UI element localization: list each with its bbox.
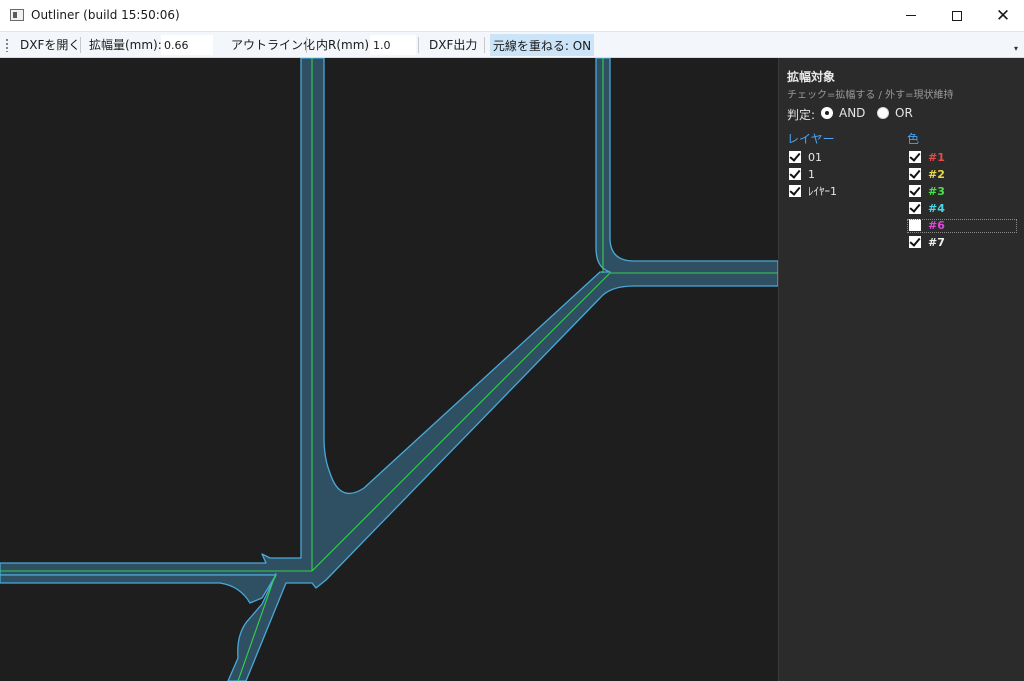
outline-vertical-left [0, 58, 778, 681]
radio-unchecked-icon [877, 107, 889, 119]
checkbox-checked-icon[interactable] [909, 236, 921, 248]
color-checkbox-label: #4 [928, 201, 945, 215]
toolbar: DXFを開く 拡幅量(mm): アウトライン化 内R(mm): DXF出力 元線… [0, 32, 1024, 58]
maximize-icon [952, 10, 962, 21]
overlay-original-toggle[interactable]: 元線を重ねる: ON [490, 34, 594, 56]
app-icon [10, 9, 24, 21]
color-checkbox-0[interactable]: #1 [909, 149, 945, 165]
outline-button[interactable]: アウトライン化 [231, 32, 315, 57]
window-title: Outliner (build 15:50:06) [31, 8, 180, 22]
minimize-icon [906, 15, 916, 16]
radio-or[interactable]: OR [877, 106, 913, 120]
judge-label: 判定: [787, 108, 816, 122]
radio-or-label: OR [895, 106, 913, 120]
expand-amount-input[interactable] [161, 35, 213, 55]
radio-checked-icon [821, 107, 833, 119]
open-dxf-button[interactable]: DXFを開く [20, 32, 80, 57]
checkbox-checked-icon[interactable] [909, 202, 921, 214]
target-panel: 拡幅対象 チェック=拡幅する / 外す=現状維持 判定: AND OR レイヤー… [778, 58, 1024, 681]
panel-title: 拡幅対象 [787, 70, 836, 84]
color-checkbox-2[interactable]: #3 [909, 183, 945, 199]
color-checkbox-label: #2 [928, 167, 945, 181]
radio-and-label: AND [839, 106, 866, 120]
toolbar-grip-icon[interactable] [6, 38, 8, 52]
panel-hint: チェック=拡幅する / 外す=現状維持 [787, 90, 954, 101]
centerline-diagonal [311, 272, 778, 572]
color-checkbox-5[interactable]: #7 [909, 234, 945, 250]
close-icon: ✕ [995, 5, 1011, 26]
color-checkbox-1[interactable]: #2 [909, 166, 945, 182]
expand-amount-label: 拡幅量(mm): [89, 38, 162, 52]
checkbox-checked-icon[interactable] [909, 185, 921, 197]
inner-radius-label: 内R(mm): [316, 38, 374, 52]
title-bar: Outliner (build 15:50:06) ✕ [0, 0, 1024, 32]
toolbar-separator [418, 37, 419, 53]
toolbar-overflow-icon[interactable]: ▾ [1014, 44, 1018, 53]
colors-header: 色 [907, 132, 920, 146]
maximize-button[interactable] [934, 0, 980, 31]
layer-checkbox-1[interactable]: 1 [789, 166, 815, 182]
checkbox-checked-icon[interactable] [909, 151, 921, 163]
expanded-outline [0, 58, 778, 681]
toolbar-separator [80, 37, 81, 53]
layer-checkbox-2[interactable]: ﾚｲﾔｰ1 [789, 183, 837, 199]
close-button[interactable]: ✕ [980, 0, 1024, 31]
focus-indicator [907, 219, 1017, 233]
checkbox-checked-icon[interactable] [789, 185, 801, 197]
layer-checkbox-label: ﾚｲﾔｰ1 [808, 185, 837, 198]
export-dxf-button[interactable]: DXF出力 [429, 32, 477, 57]
drawing-canvas[interactable] [0, 58, 778, 681]
color-checkbox-3[interactable]: #4 [909, 200, 945, 216]
radio-and[interactable]: AND [821, 106, 865, 120]
checkbox-checked-icon[interactable] [909, 168, 921, 180]
layer-checkbox-0[interactable]: 01 [789, 149, 822, 165]
layer-checkbox-label: 1 [808, 167, 815, 181]
inner-radius-input[interactable] [370, 35, 416, 55]
color-checkbox-label: #7 [928, 235, 945, 249]
drawing-svg[interactable] [0, 58, 778, 681]
toolbar-separator [484, 37, 485, 53]
layer-checkbox-label: 01 [808, 150, 822, 164]
color-checkbox-label: #1 [928, 150, 945, 164]
checkbox-checked-icon[interactable] [789, 151, 801, 163]
checkbox-checked-icon[interactable] [789, 168, 801, 180]
outline-horizontal-lower [0, 574, 277, 604]
layers-header: レイヤー [787, 132, 835, 146]
toolbar-separator [306, 37, 307, 53]
centerlines [0, 58, 778, 681]
minimize-button[interactable] [888, 0, 934, 31]
color-checkbox-label: #3 [928, 184, 945, 198]
